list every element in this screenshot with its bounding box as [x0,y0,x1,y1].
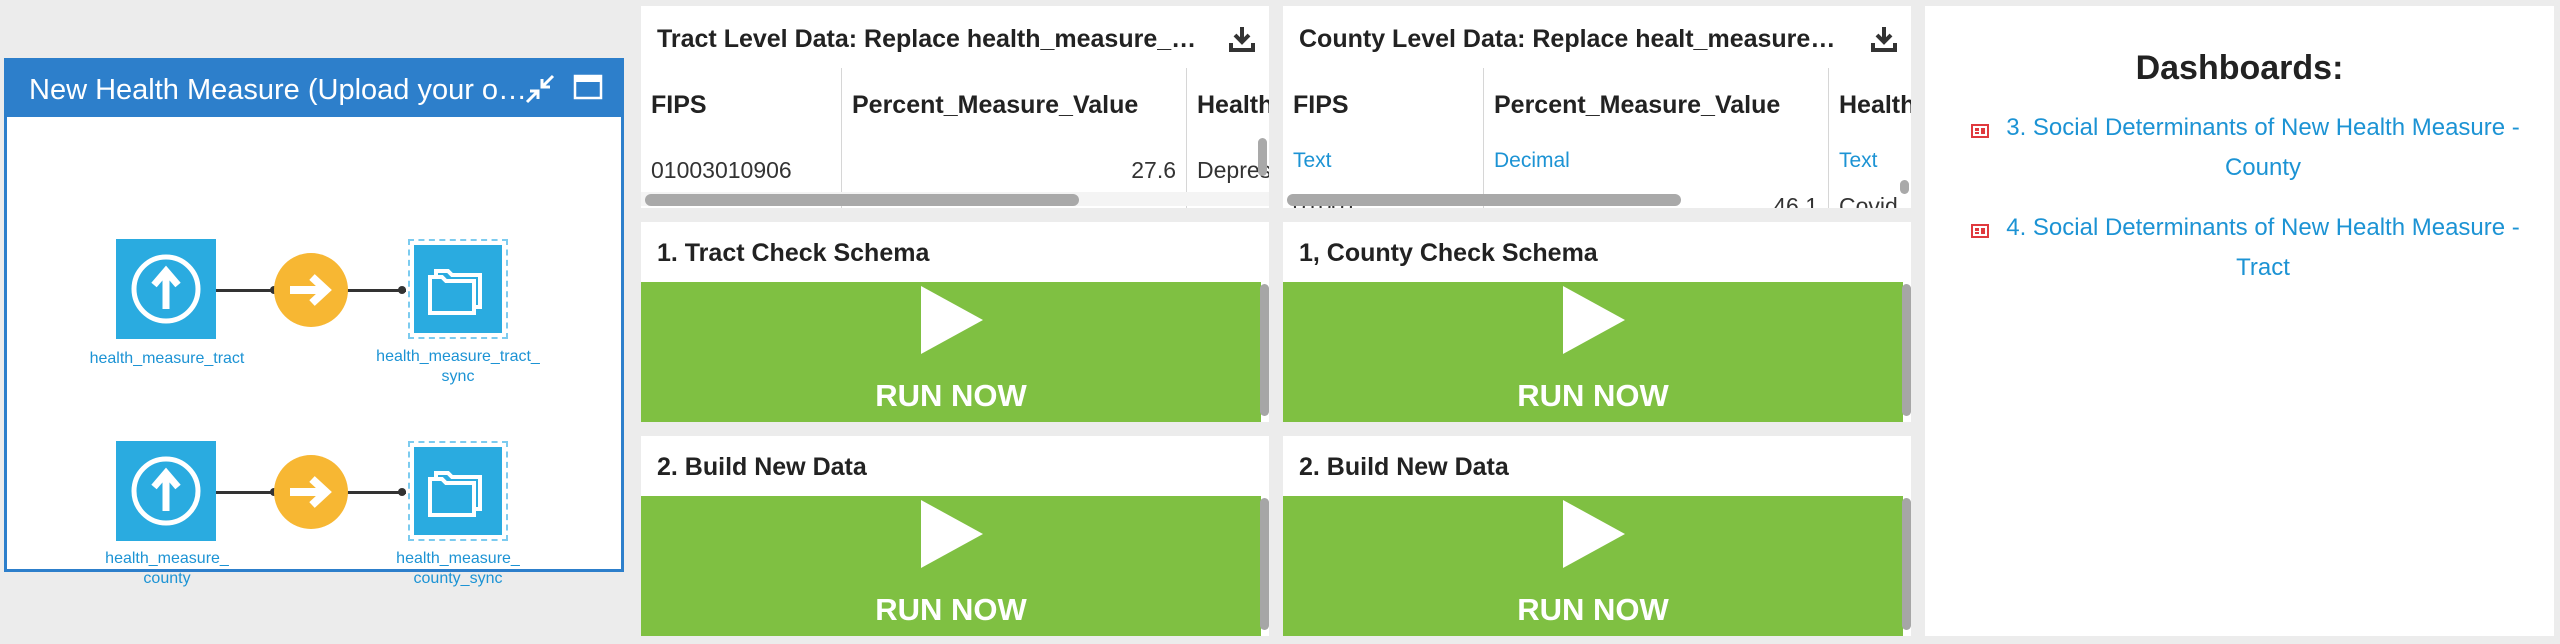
table-cell: 27.6 [1131,157,1176,183]
folder-node [414,245,502,333]
dashboard-link-line: Tract [2236,254,2290,281]
flow-edge-dot [398,286,406,294]
column-header-percent-measure-value[interactable]: Percent_Measure_Value [1494,90,1780,120]
dashboard-link-label: 4. Social Determinants of New Health Mea… [1991,208,2535,288]
column-type-label[interactable]: Text [1293,148,1332,174]
scenario-card-county-check-schema: 1, County Check Schema RUN NOW [1283,222,1911,422]
vertical-scrollbar[interactable] [1902,498,1911,630]
flow-panel-title: New Health Measure (Upload your o… [29,74,528,106]
folder-icon [428,269,482,315]
tract-data-title: Tract Level Data: Replace health_measure… [657,25,1197,53]
run-now-button[interactable]: RUN NOW [1283,282,1903,422]
run-now-label: RUN NOW [1517,378,1669,413]
column-header-health[interactable]: Health [1197,90,1269,120]
dataset-node-health-measure-county[interactable] [116,441,216,541]
node-label-line: health_measure_tract [89,350,245,367]
dataset-node-health-measure-county-sync[interactable] [408,441,508,541]
node-label: health_measure_ county_sync [358,549,558,589]
node-label-line: health_measure_ [396,550,520,567]
node-label-line: sync [441,368,475,385]
dashboard-link-line: 3. Social Determinants of New Health Mea… [2006,114,2520,141]
upload-arrow-icon [131,254,201,324]
table-cell: 01003010906 [651,157,792,183]
node-label: health_measure_tract [67,349,267,369]
county-data-card: County Level Data: Replace healt_measure… [1283,6,1911,208]
dashboard-link-line: 4. Social Determinants of New Health Mea… [2006,214,2520,241]
tract-data-card: Tract Level Data: Replace health_measure… [641,6,1269,208]
flow-canvas: health_measure_tract health_measure_trac… [7,117,621,587]
dashboard-icon [1971,124,1989,138]
upload-arrow-icon [131,456,201,526]
play-icon [921,286,983,354]
node-label-line: health_measure_ [105,550,229,567]
scenario-title: 2. Build New Data [1299,453,1509,481]
collapse-arrows-icon[interactable] [523,73,557,105]
folder-node [414,447,502,535]
recipe-node[interactable] [274,455,348,529]
node-label-line: county_sync [413,570,503,587]
run-now-label: RUN NOW [875,592,1027,627]
column-divider [1828,68,1829,208]
scenario-card-tract-build-new-data: 2. Build New Data RUN NOW [641,436,1269,636]
vertical-scrollbar[interactable] [1900,180,1909,194]
table-cell: Covid [1839,193,1898,208]
flow-edge-dot [398,488,406,496]
scenario-title: 1, County Check Schema [1299,239,1598,267]
column-header-health[interactable]: Health [1839,90,1911,120]
county-data-title: County Level Data: Replace healt_measure… [1299,25,1839,53]
run-now-button[interactable]: RUN NOW [641,496,1261,636]
flow-panel: New Health Measure (Upload your o… healt… [4,58,624,587]
run-now-button[interactable]: RUN NOW [1283,496,1903,636]
run-now-button[interactable]: RUN NOW [641,282,1261,422]
column-header-fips[interactable]: FIPS [1293,90,1349,120]
column-header-fips[interactable]: FIPS [651,90,707,120]
node-label-line: county [143,570,191,587]
column-header-percent-measure-value[interactable]: Percent_Measure_Value [852,90,1138,120]
column-divider [1186,68,1187,208]
dataset-node-health-measure-tract[interactable] [116,239,216,339]
dashboard-link-label: 3. Social Determinants of New Health Mea… [1991,108,2535,188]
scenario-card-tract-check-schema: 1. Tract Check Schema RUN NOW [641,222,1269,422]
flow-panel-header: New Health Measure (Upload your o… [7,61,621,117]
column-type-label[interactable]: Text [1839,148,1878,174]
vertical-scrollbar[interactable] [1258,138,1267,176]
dashboards-card: Dashboards: 3. Social Determinants of Ne… [1925,6,2554,636]
node-label: health_measure_tract_ sync [358,347,558,387]
folder-icon [428,471,482,517]
vertical-scrollbar[interactable] [1260,498,1269,630]
arrow-right-icon [290,274,332,306]
scenario-card-county-build-new-data: 2. Build New Data RUN NOW [1283,436,1911,636]
node-label: health_measure_ county [67,549,267,589]
column-divider [1483,68,1484,208]
vertical-scrollbar[interactable] [1260,284,1269,416]
scenario-title: 2. Build New Data [657,453,867,481]
window-icon[interactable] [573,73,607,105]
dashboards-title: Dashboards: [2135,49,2344,87]
node-label-line: health_measure_tract_ [376,348,540,365]
download-icon[interactable] [1869,24,1899,54]
column-divider [841,68,842,208]
play-icon [1563,286,1625,354]
dataset-node-health-measure-tract-sync[interactable] [408,239,508,339]
scenario-title: 1. Tract Check Schema [657,239,930,267]
horizontal-scrollbar[interactable] [645,194,1079,206]
play-icon [921,500,983,568]
horizontal-scrollbar[interactable] [1287,194,1681,206]
vertical-scrollbar[interactable] [1902,284,1911,416]
column-type-label[interactable]: Decimal [1494,148,1570,174]
arrow-right-icon [290,476,332,508]
dashboard-icon [1971,224,1989,238]
play-icon [1563,500,1625,568]
recipe-node[interactable] [274,253,348,327]
download-icon[interactable] [1227,24,1257,54]
run-now-label: RUN NOW [875,378,1027,413]
dashboard-link-line: County [2224,154,2302,181]
run-now-label: RUN NOW [1517,592,1669,627]
